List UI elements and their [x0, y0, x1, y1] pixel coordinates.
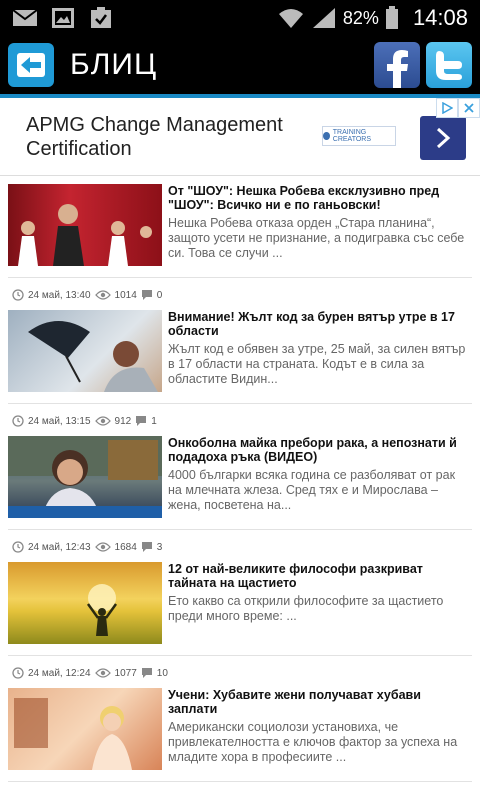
ad-banner[interactable]: APMG Change Management Certification TRA…	[0, 98, 480, 176]
app-header: БЛИЦ	[0, 36, 480, 98]
article-comments: 3	[156, 541, 163, 553]
article-item[interactable]: 24 май, 13:15 912 1 Онкоболна майка преб…	[8, 404, 472, 530]
ad-choices-icon	[442, 102, 453, 114]
article-title: Учени: Хубавите жени получават хубави за…	[168, 688, 421, 716]
comment-icon	[141, 290, 152, 300]
ad-open-button[interactable]	[420, 116, 466, 160]
battery-percent: 82%	[342, 7, 379, 28]
article-time: 24 май, 12:24	[28, 667, 91, 679]
clock-icon	[12, 415, 24, 427]
article-item[interactable]: 24 май, 12:43 1684 3 12 от най-великите …	[8, 530, 472, 656]
article-item[interactable]: 24 май, 12:24 1077 10 Учени: Хубавите же…	[8, 656, 472, 782]
article-views: 1684	[114, 541, 137, 553]
clipboard-notification-icon	[91, 7, 111, 28]
app-title: БЛИЦ	[70, 48, 158, 81]
ad-logo-mark-icon	[323, 132, 330, 140]
article-views: 1077	[114, 667, 137, 679]
article-item[interactable]: От "ШОУ": Нешка Робева ексклузивно пред …	[8, 176, 472, 278]
gallery-notification-icon	[52, 8, 74, 28]
clock-icon	[12, 289, 24, 301]
back-arrow-icon	[17, 53, 45, 77]
facebook-button[interactable]	[374, 42, 420, 88]
article-thumbnail	[8, 562, 162, 644]
ad-text: APMG Change Management Certification	[26, 113, 283, 160]
eye-icon	[94, 668, 111, 678]
chevron-right-icon	[436, 127, 451, 149]
eye-icon	[94, 416, 111, 426]
clock-icon	[12, 541, 24, 553]
twitter-button[interactable]	[426, 42, 472, 88]
article-thumbnail	[8, 436, 162, 518]
article-summary: Нешка Робева отказа орден „Стара планина…	[168, 216, 465, 260]
article-item[interactable]: 24 май, 13:40 1014 0 Внимание! Жълт код …	[8, 278, 472, 404]
article-thumbnail	[8, 310, 162, 392]
article-summary: 4000 българки всяка година се разболяват…	[168, 468, 456, 512]
article-list: От "ШОУ": Нешка Робева ексклузивно пред …	[0, 176, 480, 782]
status-bar: 82% 14:08	[0, 0, 480, 36]
article-summary: Жълт код е обявен за утре, 25 май, за си…	[168, 342, 466, 386]
comment-icon	[136, 416, 147, 426]
article-title: От "ШОУ": Нешка Робева ексклузивно пред …	[168, 184, 440, 212]
ad-logo-text: TRAINING CREATORS	[332, 129, 372, 143]
article-summary: Ето какво са открили философите за щасти…	[168, 594, 444, 623]
article-comments: 1	[151, 415, 157, 427]
eye-icon	[94, 542, 111, 552]
article-summary: Американски социолози установиха, че при…	[168, 720, 458, 764]
article-title: 12 от най-великите философи разкриват та…	[168, 562, 423, 590]
back-button[interactable]	[8, 43, 54, 87]
ad-choices	[436, 98, 480, 118]
article-time: 24 май, 12:43	[28, 541, 91, 553]
close-icon	[464, 103, 474, 113]
article-meta: 24 май, 12:43 1684 3	[8, 538, 472, 556]
clock: 14:08	[412, 5, 468, 30]
clock-icon	[12, 667, 24, 679]
article-time: 24 май, 13:15	[28, 415, 91, 427]
article-meta: 24 май, 13:40 1014 0	[8, 286, 472, 304]
signal-icon	[312, 8, 335, 28]
article-views: 1014	[114, 289, 137, 301]
article-thumbnail	[8, 184, 162, 266]
twitter-icon	[436, 51, 462, 80]
article-title: Онкоболна майка пребори рака, а непознат…	[168, 436, 457, 464]
comment-icon	[141, 542, 152, 552]
article-time: 24 май, 13:40	[28, 289, 91, 301]
eye-icon	[94, 290, 111, 300]
article-title: Внимание! Жълт код за бурен вятър утре в…	[168, 310, 455, 338]
article-views: 912	[114, 415, 132, 427]
facebook-icon	[387, 50, 408, 88]
article-comments: 10	[156, 667, 168, 679]
email-notification-icon	[12, 9, 38, 26]
ad-logo: TRAINING CREATORS	[322, 126, 396, 146]
comment-icon	[141, 668, 152, 678]
article-thumbnail	[8, 688, 162, 770]
ad-choices-button[interactable]	[436, 98, 458, 118]
wifi-icon	[278, 9, 303, 28]
article-comments: 0	[156, 289, 163, 301]
ad-close-button[interactable]	[458, 98, 480, 118]
article-meta: 24 май, 12:24 1077 10	[8, 664, 472, 682]
article-meta: 24 май, 13:15 912 1	[8, 412, 472, 430]
battery-icon	[385, 6, 398, 29]
